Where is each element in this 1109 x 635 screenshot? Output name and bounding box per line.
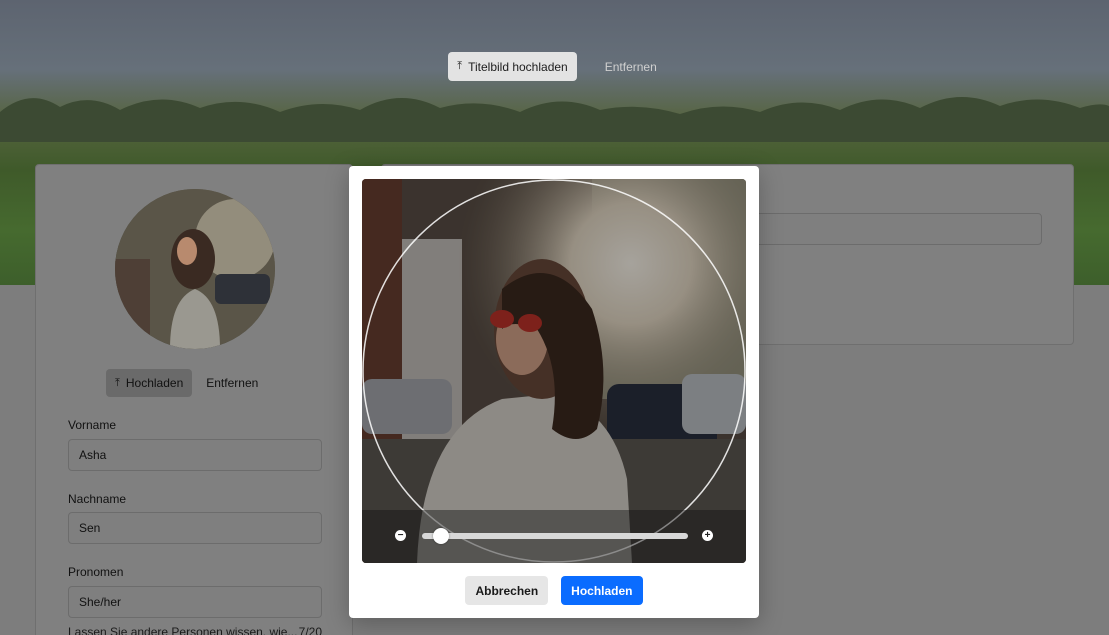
avatar[interactable] — [115, 189, 275, 349]
avatar-upload-button[interactable]: ⤒ Hochladen — [106, 369, 193, 397]
first-name-input[interactable] — [68, 439, 322, 471]
image-cropper[interactable]: − + — [362, 179, 746, 563]
cover-remove-button[interactable]: Entfernen — [601, 60, 661, 74]
zoom-slider-thumb[interactable] — [432, 528, 449, 544]
pronouns-counter: 7/20 — [298, 625, 322, 635]
upload-icon: ⤒ — [457, 60, 463, 72]
pronouns-hint: Lassen Sie andere Personen wissen, wie..… — [68, 625, 298, 635]
pronouns-hint-row: Lassen Sie andere Personen wissen, wie..… — [68, 625, 322, 635]
cover-upload-button[interactable]: ⤒ Titelbild hochladen — [448, 52, 577, 81]
zoom-control: − + — [362, 510, 746, 563]
pronouns-input[interactable] — [68, 586, 322, 618]
avatar-upload-label: Hochladen — [125, 376, 184, 390]
last-name-input[interactable] — [68, 512, 322, 544]
profile-card: ⤒ Hochladen Entfernen Vorname Nachname P… — [35, 164, 353, 635]
cover-upload-label: Titelbild hochladen — [468, 59, 568, 74]
crop-photo — [362, 179, 746, 563]
upload-icon: ⤒ — [115, 376, 120, 389]
cover-landscape — [0, 96, 1109, 142]
avatar-photo — [115, 189, 275, 349]
crop-dialog: − + Abbrechen Hochladen — [349, 166, 759, 618]
first-name-label: Vorname — [68, 418, 117, 432]
avatar-remove-button[interactable]: Entfernen — [206, 376, 258, 390]
confirm-upload-button[interactable]: Hochladen — [561, 576, 643, 605]
pronouns-label: Pronomen — [68, 565, 124, 579]
minus-circle-icon[interactable]: − — [395, 530, 406, 541]
zoom-slider-track[interactable] — [422, 533, 688, 539]
plus-circle-icon[interactable]: + — [702, 530, 713, 541]
cancel-button[interactable]: Abbrechen — [465, 576, 549, 605]
last-name-label: Nachname — [68, 492, 127, 506]
